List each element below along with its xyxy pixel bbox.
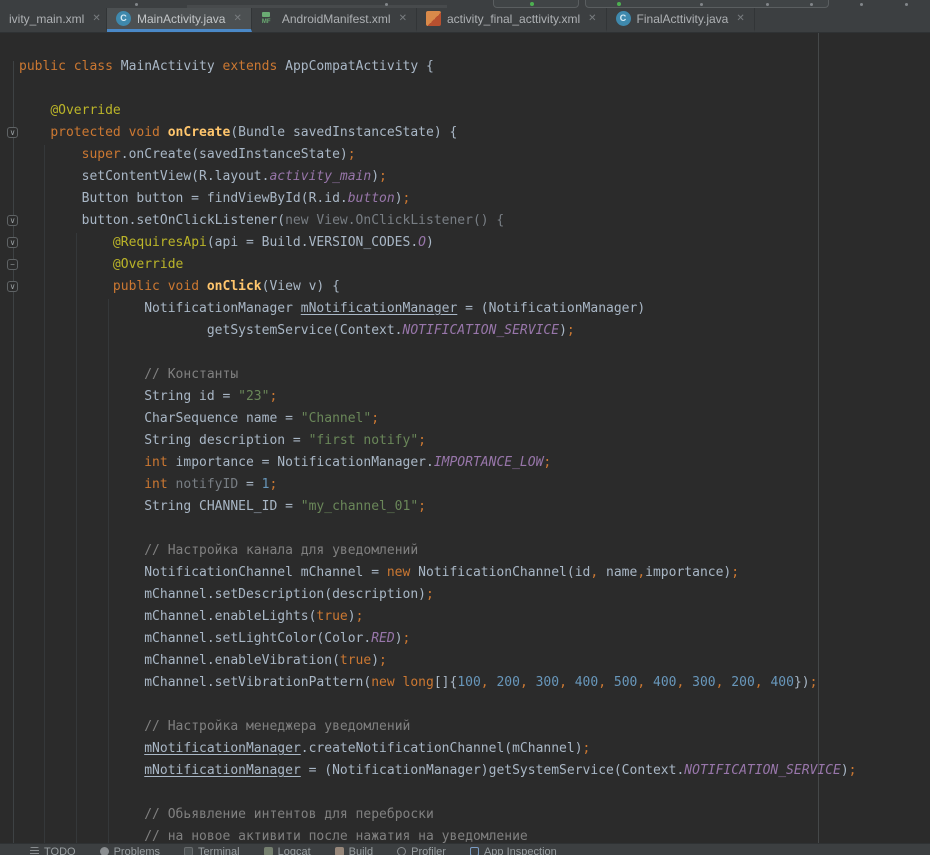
- code-line: // Настройка менеджера уведомлений: [19, 716, 930, 738]
- tab-label: ivity_main.xml: [9, 12, 84, 26]
- tab-activity-final-acttivity-xml[interactable]: activity_final_acttivity.xml ✕: [417, 8, 607, 32]
- code-editor[interactable]: public class MainActivity extends AppCom…: [0, 33, 930, 843]
- tool-window-button-todo[interactable]: TODO: [30, 846, 76, 855]
- code-line: String description = "first notify";: [19, 430, 930, 452]
- toolbar-icon[interactable]: [385, 3, 388, 6]
- build-icon: [335, 847, 344, 855]
- code-line: mNotificationManager = (NotificationMana…: [19, 760, 930, 782]
- code-line: mChannel.setLightColor(Color.RED);: [19, 628, 930, 650]
- code-line: button.setOnClickListener(new View.OnCli…: [19, 210, 930, 232]
- run-config-widget[interactable]: [493, 0, 579, 8]
- tool-window-label: Profiler: [411, 846, 446, 855]
- fold-marker-icon[interactable]: −: [7, 259, 18, 270]
- tool-window-button-app-inspection[interactable]: App Inspection: [470, 846, 557, 855]
- code-line: // Константы: [19, 364, 930, 386]
- manifest-file-icon: MF: [261, 11, 276, 26]
- code-line: super.onCreate(savedInstanceState);: [19, 144, 930, 166]
- code-line: [19, 782, 930, 804]
- code-line: mChannel.setDescription(description);: [19, 584, 930, 606]
- toolbar-sliver: [0, 0, 930, 8]
- code-line: getSystemService(Context.NOTIFICATION_SE…: [19, 320, 930, 342]
- code-line: [19, 342, 930, 364]
- code-line: protected void onCreate(Bundle savedInst…: [19, 122, 930, 144]
- editor-tab-bar: ivity_main.xml ✕ C MainActivity.java ✕ MF Andr…: [0, 8, 930, 33]
- java-class-icon: C: [116, 11, 131, 26]
- device-selector-widget[interactable]: [585, 0, 829, 8]
- tab-label: MainActivity.java: [137, 12, 225, 26]
- terminal-icon: [184, 847, 193, 855]
- tab-label: activity_final_acttivity.xml: [447, 12, 580, 26]
- toolbar-icon[interactable]: [860, 3, 863, 6]
- close-icon[interactable]: ✕: [92, 13, 100, 24]
- android-studio-window: { "tabs": [ {"label": "ivity_main.xml", …: [0, 0, 930, 855]
- code-line: [19, 694, 930, 716]
- code-line: CharSequence name = "Channel";: [19, 408, 930, 430]
- tab-androidmanifest-xml[interactable]: MF AndroidManifest.xml ✕: [252, 8, 417, 32]
- code-line: setContentView(R.layout.activity_main);: [19, 166, 930, 188]
- code-line: public void onClick(View v) {: [19, 276, 930, 298]
- problems-icon: [100, 847, 109, 855]
- tab-finalacttivity-java[interactable]: C FinalActtivity.java ✕: [607, 8, 755, 32]
- tool-window-label: Logcat: [278, 846, 311, 855]
- tool-window-label: Problems: [114, 846, 160, 855]
- code-line: [19, 518, 930, 540]
- tool-window-bar: TODO Problems Terminal Logcat Build Profiler A…: [0, 843, 930, 855]
- fold-marker-icon[interactable]: ∨: [7, 215, 18, 226]
- tool-window-label: App Inspection: [484, 846, 557, 855]
- run-icon[interactable]: [530, 2, 534, 6]
- code-line: // Обьявление интентов для переброски: [19, 804, 930, 826]
- code-line: NotificationManager mNotificationManager…: [19, 298, 930, 320]
- todo-icon: [30, 847, 39, 855]
- code-line: Button button = findViewById(R.id.button…: [19, 188, 930, 210]
- profiler-icon: [397, 847, 406, 855]
- code-line: // на новое активити после нажатия на ув…: [19, 826, 930, 843]
- code-line: mNotificationManager.createNotificationC…: [19, 738, 930, 760]
- logcat-icon: [264, 847, 273, 855]
- tab-label: FinalActtivity.java: [637, 12, 729, 26]
- tool-window-button-terminal[interactable]: Terminal: [184, 846, 240, 855]
- close-icon[interactable]: ✕: [233, 13, 241, 24]
- tool-window-label: Terminal: [198, 846, 240, 855]
- toolbar-icon[interactable]: [810, 3, 813, 6]
- tool-window-label: TODO: [44, 846, 76, 855]
- toolbar-icon[interactable]: [135, 3, 138, 6]
- code-area[interactable]: public class MainActivity extends AppCom…: [0, 33, 930, 843]
- tab-mainactivity-java[interactable]: C MainActivity.java ✕: [107, 8, 252, 32]
- code-line: NotificationChannel mChannel = new Notif…: [19, 562, 930, 584]
- tab-label: AndroidManifest.xml: [282, 12, 391, 26]
- code-line: mChannel.setVibrationPattern(new long[]{…: [19, 672, 930, 694]
- code-line: mChannel.enableVibration(true);: [19, 650, 930, 672]
- toolbar-icon[interactable]: [766, 3, 769, 6]
- toolbar-icon[interactable]: [905, 3, 908, 6]
- tool-window-label: Build: [349, 846, 373, 855]
- code-line: @Override: [19, 254, 930, 276]
- app-inspection-icon: [470, 847, 479, 855]
- code-line: [19, 78, 930, 100]
- code-line: // Настройка канала для уведомлений: [19, 540, 930, 562]
- code-line: String CHANNEL_ID = "my_channel_01";: [19, 496, 930, 518]
- code-line: @Override: [19, 100, 930, 122]
- tool-window-button-problems[interactable]: Problems: [100, 846, 160, 855]
- code-line: mChannel.enableLights(true);: [19, 606, 930, 628]
- fold-marker-icon[interactable]: ∨: [7, 237, 18, 248]
- code-line: String id = "23";: [19, 386, 930, 408]
- tool-window-button-build[interactable]: Build: [335, 846, 373, 855]
- tool-window-button-profiler[interactable]: Profiler: [397, 846, 446, 855]
- code-line: @RequiresApi(api = Build.VERSION_CODES.O…: [19, 232, 930, 254]
- tool-window-button-logcat[interactable]: Logcat: [264, 846, 311, 855]
- java-class-icon: C: [616, 11, 631, 26]
- code-line: int notifyID = 1;: [19, 474, 930, 496]
- code-line: public class MainActivity extends AppCom…: [19, 56, 930, 78]
- code-line: int importance = NotificationManager.IMP…: [19, 452, 930, 474]
- toolbar-icon[interactable]: [700, 3, 703, 6]
- close-icon[interactable]: ✕: [588, 13, 596, 24]
- device-status-icon[interactable]: [617, 2, 621, 6]
- close-icon[interactable]: ✕: [736, 13, 744, 24]
- fold-marker-icon[interactable]: ∨: [7, 127, 18, 138]
- layout-xml-file-icon: [426, 11, 441, 26]
- close-icon[interactable]: ✕: [399, 13, 407, 24]
- tab-ivity-main-xml[interactable]: ivity_main.xml ✕: [0, 8, 107, 32]
- fold-marker-icon[interactable]: ∨: [7, 281, 18, 292]
